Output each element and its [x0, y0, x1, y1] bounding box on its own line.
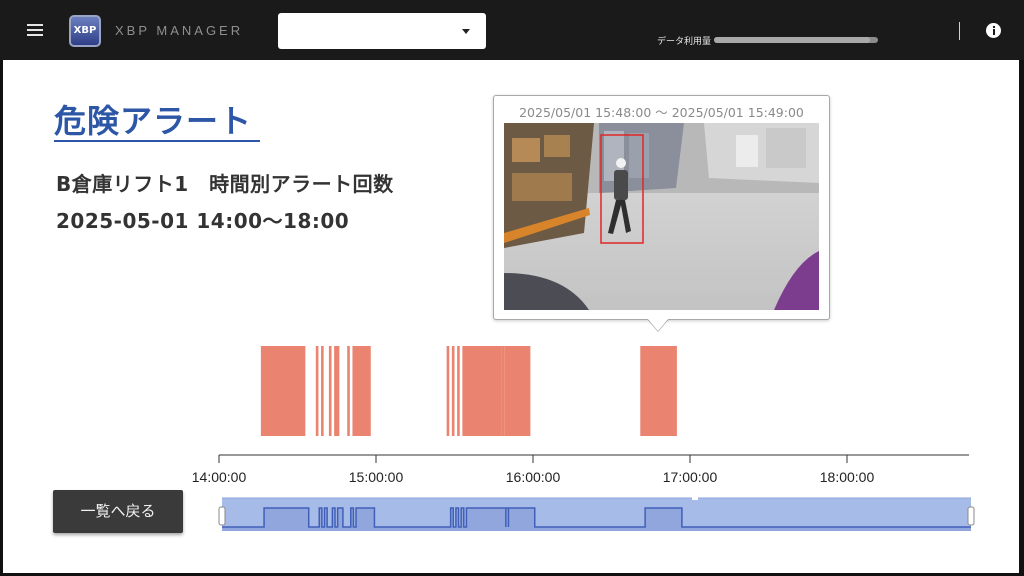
back-to-list-button[interactable]: 一覧へ戻る	[53, 490, 183, 533]
alert-bar[interactable]	[334, 346, 340, 436]
alert-bar[interactable]	[446, 346, 450, 436]
alert-bar[interactable]	[315, 346, 319, 436]
alert-bar[interactable]	[504, 346, 531, 436]
camera-snapshot[interactable]	[504, 123, 819, 310]
x-tick-label: 16:00:00	[506, 469, 561, 485]
alert-bar[interactable]	[352, 346, 371, 436]
popup-time-range: 2025/05/01 15:48:00 〜 2025/05/01 15:49:0…	[519, 105, 804, 120]
popup-arrow-inner	[647, 318, 669, 331]
alert-bar[interactable]	[457, 346, 460, 436]
alert-popup: 2025/05/01 15:48:00 〜 2025/05/01 15:49:0…	[493, 95, 830, 320]
alert-bar[interactable]	[260, 346, 306, 436]
overview-center-grip[interactable]	[692, 497, 698, 500]
alert-bar[interactable]	[640, 346, 677, 436]
x-tick-label: 15:00:00	[349, 469, 404, 485]
camera-snapshot-image	[504, 123, 819, 310]
alert-bar[interactable]	[462, 346, 502, 436]
x-tick-label: 14:00:00	[192, 469, 247, 485]
overview-right-handle[interactable]	[967, 506, 975, 526]
alert-bar[interactable]	[321, 346, 324, 436]
x-tick-label: 18:00:00	[820, 469, 875, 485]
x-tick-label: 17:00:00	[663, 469, 718, 485]
overview-brush[interactable]	[218, 497, 975, 531]
alert-bar[interactable]	[501, 346, 505, 436]
alert-bar[interactable]	[451, 346, 455, 436]
overview-left-handle[interactable]	[218, 506, 226, 526]
alert-bar[interactable]	[328, 346, 332, 436]
alert-bar[interactable]	[347, 346, 350, 436]
